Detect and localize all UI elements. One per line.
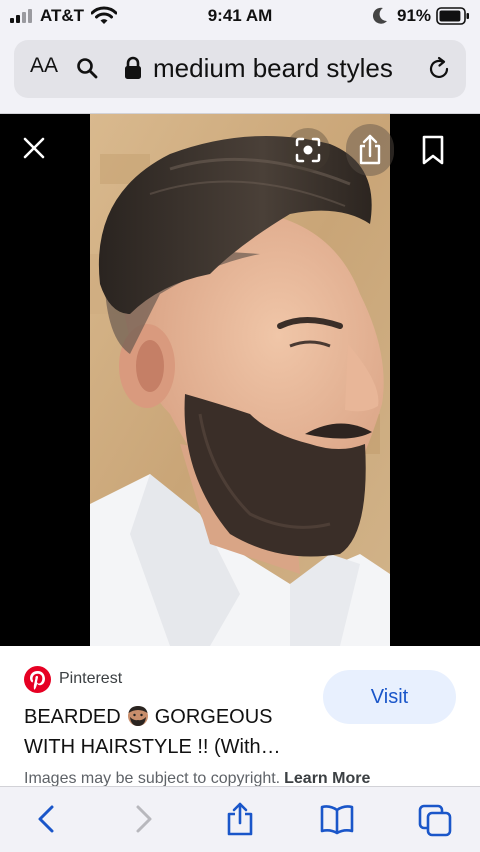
close-icon[interactable] bbox=[22, 136, 46, 160]
copyright-text: Images may be subject to copyright. bbox=[24, 770, 281, 786]
reload-icon[interactable] bbox=[426, 56, 452, 82]
title-line-2: WITH HAIRSTYLE !! (With… bbox=[24, 736, 281, 758]
text-size-label: AA bbox=[30, 54, 59, 77]
status-bar: AT&T 9:41 AM 91% bbox=[0, 0, 480, 34]
address-bar-area: AA medium beard styles bbox=[0, 34, 480, 114]
bearded-man-emoji-icon bbox=[127, 706, 148, 726]
copyright-notice: Images may be subject to copyright. Learn… bbox=[24, 770, 370, 786]
text-size-button[interactable]: AA bbox=[30, 54, 58, 78]
share-icon bbox=[359, 134, 381, 165]
pinterest-logo-icon bbox=[24, 666, 51, 693]
visit-button[interactable]: Visit bbox=[323, 670, 456, 724]
bottom-toolbar bbox=[0, 786, 480, 852]
result-photo[interactable] bbox=[90, 114, 390, 646]
bookmarks-icon[interactable] bbox=[320, 801, 354, 837]
search-icon bbox=[77, 58, 98, 79]
result-title[interactable]: BEARDED GORGEOUS WITH HAIRSTYLE !! (With… bbox=[24, 702, 324, 762]
moon-icon bbox=[372, 7, 387, 24]
title-part-2: GORGEOUS bbox=[154, 706, 273, 728]
share-icon[interactable] bbox=[223, 801, 257, 837]
tabs-icon[interactable] bbox=[418, 801, 452, 837]
title-part-1: BEARDED bbox=[24, 706, 121, 728]
share-overlay-button[interactable] bbox=[346, 124, 394, 176]
lens-icon bbox=[295, 137, 321, 163]
battery-percent: 91% bbox=[397, 6, 432, 25]
back-icon[interactable] bbox=[30, 801, 64, 837]
address-field[interactable]: AA medium beard styles bbox=[14, 40, 466, 98]
bookmark-icon[interactable] bbox=[418, 134, 448, 166]
result-info: Pinterest BEARDED GORGEOUS WITH HAIRSTYL… bbox=[0, 646, 480, 786]
learn-more-link[interactable]: Learn More bbox=[284, 770, 370, 786]
battery-icon bbox=[436, 7, 469, 25]
lens-button[interactable] bbox=[286, 128, 330, 172]
lock-icon bbox=[125, 56, 141, 79]
forward-icon[interactable] bbox=[126, 801, 160, 837]
url-text[interactable]: medium beard styles bbox=[153, 53, 393, 84]
image-viewer bbox=[0, 114, 480, 646]
source-name[interactable]: Pinterest bbox=[59, 670, 122, 688]
